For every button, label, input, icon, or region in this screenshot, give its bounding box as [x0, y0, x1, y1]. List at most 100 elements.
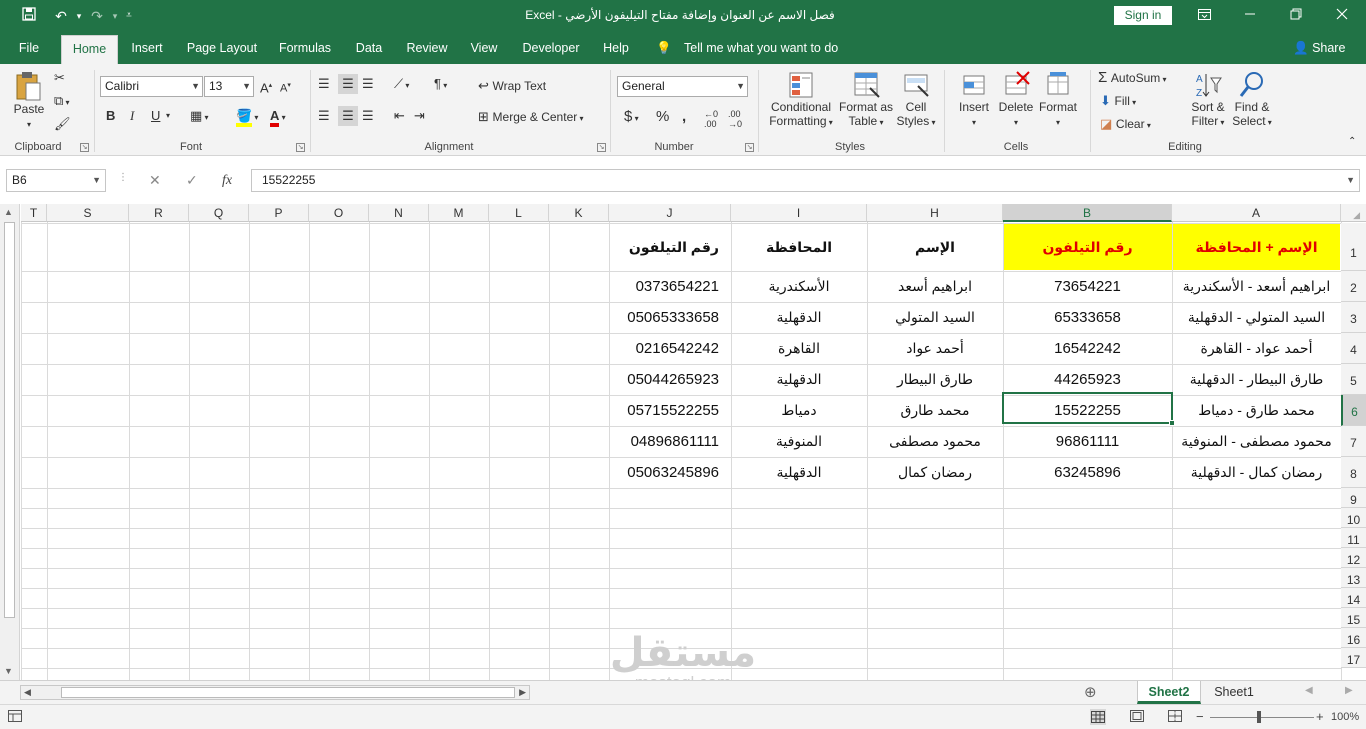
column-header-q[interactable]: Q — [189, 204, 249, 222]
percent-button[interactable]: % — [656, 107, 669, 127]
select-all-button[interactable]: ◢ — [1341, 204, 1366, 222]
cancel-icon[interactable]: ✕ — [149, 169, 161, 192]
zoom-slider-thumb[interactable] — [1257, 711, 1261, 723]
column-header-s[interactable]: S — [47, 204, 129, 222]
tab-view[interactable]: View — [464, 32, 504, 64]
fill-color-icon[interactable]: 🪣 ▾ — [236, 106, 258, 127]
cell-styles-button[interactable]: Cell Styles ▾ — [896, 70, 936, 130]
decrease-font-icon[interactable]: A▾ — [280, 76, 291, 96]
number-format-combo[interactable]: General ▼ — [617, 76, 748, 97]
enter-icon[interactable]: ✓ — [186, 169, 198, 192]
sheet-tab-sheet1[interactable]: Sheet1 — [1205, 681, 1263, 704]
row-header-5[interactable]: 5 — [1341, 364, 1366, 395]
alignment-launcher-icon[interactable]: ↘ — [597, 143, 606, 152]
column-header-h[interactable]: H — [867, 204, 1003, 222]
close-icon[interactable] — [1332, 6, 1352, 26]
font-color-icon[interactable]: A ▾ — [270, 106, 286, 127]
underline-button[interactable]: U — [151, 106, 160, 126]
scroll-down-icon[interactable]: ▼ — [4, 666, 13, 676]
conditional-formatting-button[interactable]: Conditional Formatting ▾ — [766, 70, 836, 130]
row-header-3[interactable]: 3 — [1341, 302, 1366, 333]
middle-align-icon[interactable]: ☰ — [338, 74, 358, 94]
zoom-out-icon[interactable]: − — [1196, 709, 1204, 724]
tab-developer[interactable]: Developer — [516, 32, 586, 64]
row-header-14[interactable]: 14 — [1341, 588, 1366, 608]
scroll-right-icon[interactable]: ▶ — [519, 686, 526, 699]
font-launcher-icon[interactable]: ↘ — [296, 143, 305, 152]
scroll-left-icon[interactable]: ◀ — [24, 686, 31, 699]
row-header-1[interactable]: 1 — [1341, 223, 1366, 271]
tab-home[interactable]: Home — [61, 35, 118, 64]
row-header-2[interactable]: 2 — [1341, 271, 1366, 302]
page-layout-view-icon[interactable] — [1130, 710, 1144, 725]
rtl-direction-icon[interactable]: ¶ ▾ — [434, 74, 447, 94]
zoom-in-icon[interactable]: + — [1316, 709, 1324, 724]
wrap-text-button[interactable]: ↩ Wrap Text — [478, 76, 546, 96]
scroll-thumb[interactable] — [4, 222, 15, 618]
column-header-o[interactable]: O — [309, 204, 369, 222]
column-header-k[interactable]: K — [549, 204, 609, 222]
row-header-15[interactable]: 15 — [1341, 608, 1366, 628]
prev-sheet-icon[interactable]: ◀ — [1305, 685, 1313, 696]
worksheet-grid[interactable]: TSRQPONMLKJIHBA 1 2 3 4 5 6 7 8 9 10 11 12 13 14 15 16 1… — [0, 204, 1366, 680]
format-as-table-button[interactable]: Format as Table ▾ — [836, 70, 896, 130]
increase-indent-icon[interactable]: ⇥ — [414, 106, 425, 126]
font-size-combo[interactable]: 13 ▼ — [204, 76, 254, 97]
macro-record-icon[interactable] — [8, 710, 22, 725]
sign-in-button[interactable]: Sign in — [1114, 6, 1172, 25]
decrease-decimal-icon[interactable]: .00 →0 — [728, 109, 742, 129]
name-box[interactable]: B6 ▼ — [6, 169, 106, 192]
active-cell-b6[interactable] — [1002, 392, 1175, 426]
restore-icon[interactable] — [1286, 6, 1306, 26]
fill-button[interactable]: ⬇ Fill ▾ — [1100, 91, 1136, 111]
clear-button[interactable]: ◪ Clear ▾ — [1100, 114, 1151, 134]
center-icon[interactable]: ☰ — [338, 106, 358, 126]
tab-data[interactable]: Data — [348, 32, 390, 64]
page-break-view-icon[interactable] — [1168, 710, 1182, 725]
formula-bar-splitter-icon[interactable]: ⋮ — [118, 172, 128, 183]
sheet-tab-sheet2[interactable]: Sheet2 — [1137, 681, 1201, 704]
zoom-slider[interactable] — [1210, 717, 1314, 718]
decrease-indent-icon[interactable]: ⇤ — [394, 106, 405, 126]
insert-function-icon[interactable]: fx — [222, 169, 232, 192]
column-header-b[interactable]: B — [1003, 204, 1172, 222]
tab-file[interactable]: File — [10, 32, 48, 64]
row-header-9[interactable]: 9 — [1341, 488, 1366, 508]
customize-toolbar-icon[interactable]: ⩡ — [118, 6, 140, 26]
new-sheet-icon[interactable]: ⊕ — [1084, 683, 1097, 701]
formula-input[interactable]: 15522255 ▼ — [251, 169, 1360, 192]
next-sheet-icon[interactable]: ▶ — [1345, 685, 1353, 696]
cut-icon[interactable]: ✂ — [54, 68, 65, 88]
bottom-align-icon[interactable]: ☰ — [362, 74, 374, 94]
copy-icon[interactable]: ⧉ ▾ — [54, 91, 70, 111]
tab-help[interactable]: Help — [598, 32, 634, 64]
clipboard-launcher-icon[interactable]: ↘ — [80, 143, 89, 152]
collapse-ribbon-icon[interactable]: ⌃ — [1348, 132, 1356, 152]
align-right-icon[interactable]: ☰ — [362, 106, 374, 126]
tab-formulas[interactable]: Formulas — [274, 32, 336, 64]
align-left-icon[interactable]: ☰ — [318, 106, 330, 126]
number-launcher-icon[interactable]: ↘ — [745, 143, 754, 152]
column-header-l[interactable]: L — [489, 204, 549, 222]
row-header-10[interactable]: 10 — [1341, 508, 1366, 528]
scroll-up-icon[interactable]: ▲ — [4, 207, 13, 217]
paste-button[interactable]: Paste ▾ — [12, 70, 46, 132]
row-header-17[interactable]: 17 — [1341, 648, 1366, 668]
column-header-j[interactable]: J — [609, 204, 731, 222]
italic-button[interactable]: I — [130, 106, 134, 126]
borders-icon[interactable]: ▦ ▾ — [190, 106, 209, 126]
sort-filter-button[interactable]: AZ Sort & Filter ▾ — [1188, 70, 1228, 130]
horizontal-scrollbar[interactable]: ◀ ▶ — [20, 685, 530, 700]
vertical-scrollbar[interactable]: ▲ ▼ — [0, 204, 20, 680]
fill-handle[interactable] — [1169, 420, 1175, 426]
tab-page-layout[interactable]: Page Layout — [182, 32, 262, 64]
increase-decimal-icon[interactable]: ←0.00 — [704, 109, 718, 129]
autosum-button[interactable]: Σ AutoSum ▾ — [1098, 68, 1167, 88]
save-icon[interactable] — [18, 6, 40, 26]
insert-cells-button[interactable]: Insert ▾ — [952, 70, 996, 130]
increase-font-icon[interactable]: A▴ — [260, 76, 272, 96]
scroll-thumb[interactable] — [61, 687, 515, 698]
column-header-p[interactable]: P — [249, 204, 309, 222]
minimize-icon[interactable] — [1240, 6, 1260, 26]
orientation-icon[interactable]: ⟋ ▾ — [394, 74, 409, 94]
